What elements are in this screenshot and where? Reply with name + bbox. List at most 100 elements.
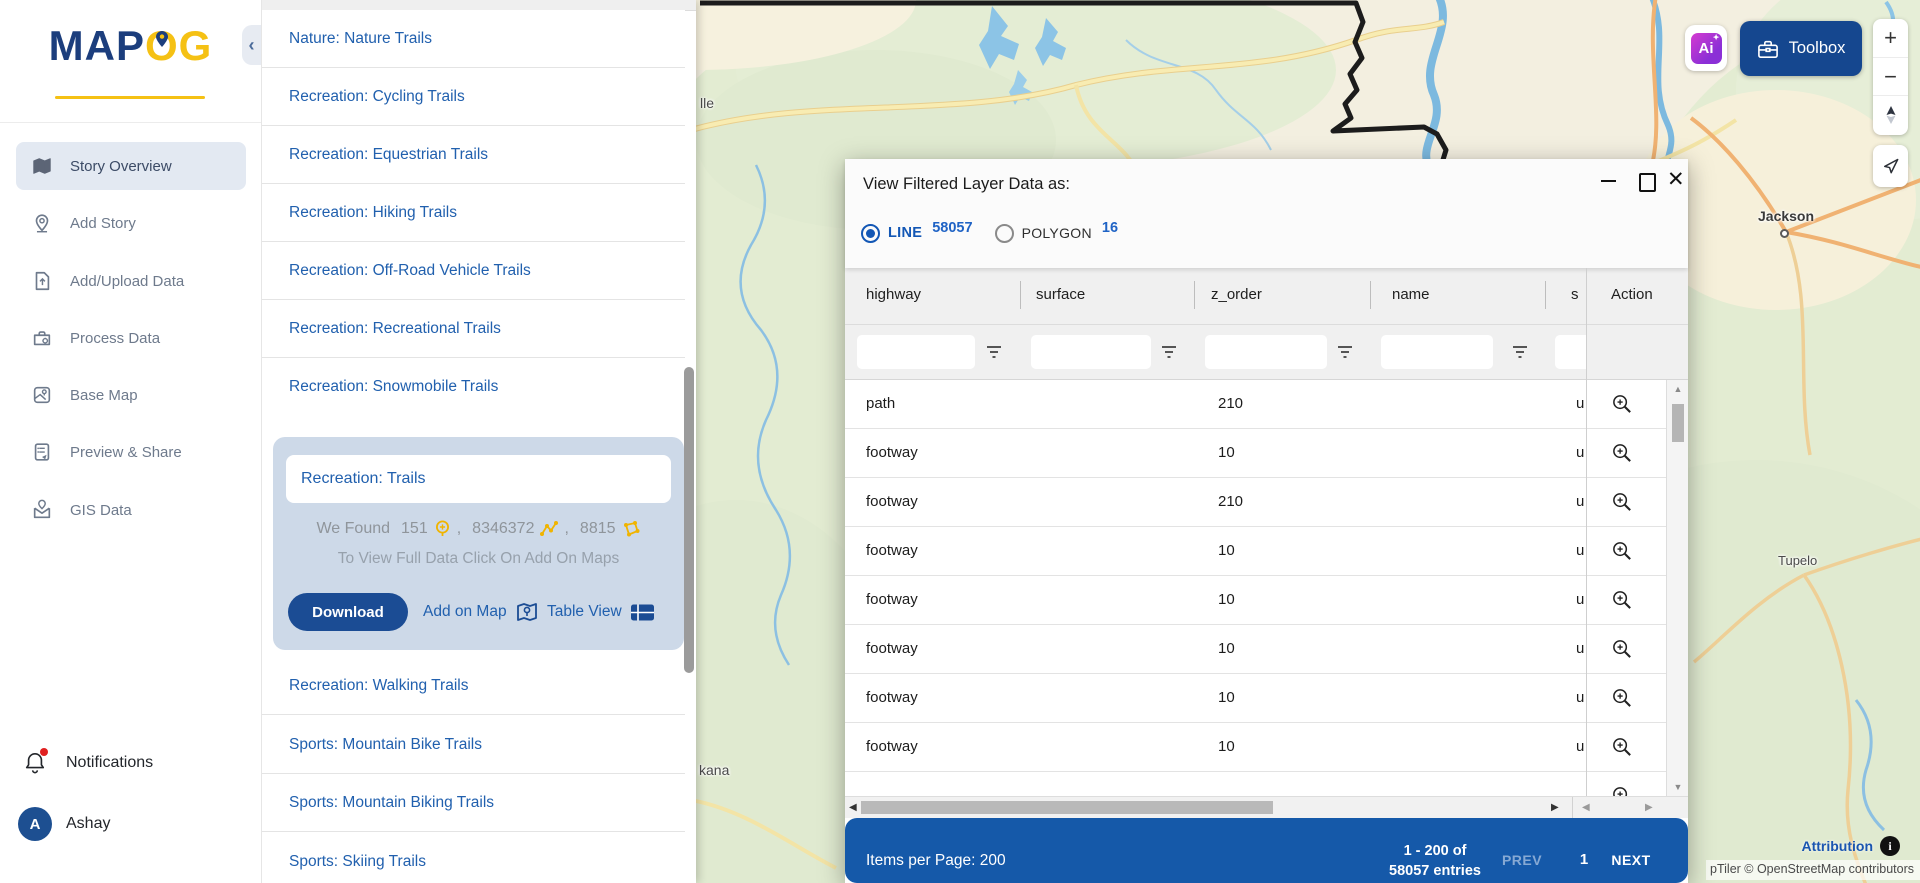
column-header-z-order[interactable]: z_order [1211, 286, 1262, 303]
zoom-to-feature-icon[interactable] [1611, 442, 1634, 465]
column-header-truncated[interactable]: s [1571, 286, 1585, 303]
layer-item-cycling-trails[interactable]: Recreation: Cycling Trails [261, 68, 685, 126]
filter-input-truncated[interactable] [1555, 335, 1586, 369]
column-header-surface[interactable]: surface [1036, 286, 1085, 303]
scroll-down-icon[interactable]: ▼ [1667, 782, 1689, 792]
panel-collapse-button[interactable]: ‹ [242, 25, 261, 65]
panel-scroll-thumb[interactable] [684, 367, 694, 673]
sidebar-item-add-upload-data[interactable]: Add/Upload Data [16, 257, 246, 305]
cell-z-order: 10 [1218, 542, 1235, 559]
table-row[interactable]: footway 10 u [845, 674, 1688, 723]
zoom-to-feature-icon[interactable] [1611, 638, 1634, 661]
preview-share-icon [34, 443, 50, 461]
filter-icon-z-order[interactable] [1336, 343, 1354, 361]
close-button[interactable]: ✕ [1667, 169, 1685, 190]
toolbox-button[interactable]: Toolbox [1740, 21, 1862, 76]
layer-item-mountain-biking-trails[interactable]: Sports: Mountain Biking Trails [261, 774, 685, 832]
action-scroll-left-icon[interactable]: ◀ [1582, 802, 1590, 813]
table-view-button[interactable]: Table View [547, 593, 655, 631]
table-row[interactable]: path 210 u [845, 380, 1688, 429]
layer-item-equestrian-trails[interactable]: Recreation: Equestrian Trails [261, 126, 685, 184]
layer-item-recreational-trails[interactable]: Recreation: Recreational Trails [261, 300, 685, 358]
radio-polygon[interactable] [994, 223, 1014, 243]
jackson-marker [1780, 229, 1789, 238]
zoom-to-feature-icon[interactable] [1611, 540, 1634, 563]
table-row[interactable]: footway 210 u [845, 478, 1688, 527]
filter-icon-surface[interactable] [1160, 343, 1178, 361]
zoom-to-feature-icon[interactable] [1611, 785, 1634, 796]
scroll-up-icon[interactable]: ▲ [1667, 384, 1689, 394]
horizontal-scrollbar[interactable]: ◀ ▶ ◀ ▶ [845, 796, 1688, 819]
filter-icon-name[interactable] [1511, 343, 1529, 361]
cell-z-order: 10 [1218, 444, 1235, 461]
zoom-to-feature-icon[interactable] [1611, 393, 1634, 416]
sidebar-item-preview-share[interactable]: Preview & Share [16, 428, 246, 476]
table-row[interactable]: footway 10 u [845, 576, 1688, 625]
radio-line[interactable] [861, 223, 880, 243]
zoom-out-button[interactable]: − [1873, 57, 1908, 95]
zoom-in-button[interactable]: + [1873, 19, 1908, 57]
notifications-label: Notifications [66, 754, 154, 771]
attribution-label: Attribution [1801, 838, 1873, 854]
column-header-name[interactable]: name [1392, 286, 1430, 303]
add-on-map-button[interactable]: Add on Map [423, 593, 539, 631]
layer-item-nature-trails[interactable]: Nature: Nature Trails [261, 10, 685, 68]
download-button[interactable]: Download [288, 593, 408, 631]
next-page-button[interactable]: NEXT [1605, 852, 1657, 868]
vertical-scrollbar[interactable]: ▲ ▼ [1666, 380, 1688, 796]
sidebar-item-gis-data[interactable]: GIS Data [16, 486, 246, 534]
toolbox-gear-icon [33, 331, 51, 346]
zoom-to-feature-icon[interactable] [1611, 491, 1634, 514]
locate-button[interactable] [1873, 145, 1908, 187]
sidebar-item-story-overview[interactable]: Story Overview [16, 142, 246, 190]
filter-input-surface[interactable] [1031, 335, 1151, 369]
table-row[interactable]: footway 10 u [845, 723, 1688, 772]
filter-icon-highway[interactable] [985, 343, 1003, 361]
layer-item-skiing-trails[interactable]: Sports: Skiing Trails [261, 833, 685, 883]
user-profile[interactable]: A Ashay [18, 804, 238, 844]
sidebar-item-base-map[interactable]: Base Map [16, 371, 246, 419]
filter-input-name[interactable] [1381, 335, 1493, 369]
cell-highway: path [866, 395, 896, 412]
app-window: lle Jackson Tupelo kana Attribution i pT… [0, 0, 1920, 883]
sidebar-item-label: Story Overview [70, 157, 172, 175]
layer-item-offroad-trails[interactable]: Recreation: Off-Road Vehicle Trails [261, 242, 685, 300]
table-row[interactable]: footway 10 u [845, 625, 1688, 674]
sidebar-item-add-story[interactable]: Add Story [16, 199, 246, 247]
sidebar-item-process-data[interactable]: Process Data [16, 314, 246, 362]
layer-item-hiking-trails[interactable]: Recreation: Hiking Trails [261, 184, 685, 242]
layer-item-walking-trails[interactable]: Recreation: Walking Trails [261, 657, 685, 715]
selected-layer-title[interactable]: Recreation: Trails [286, 455, 671, 503]
action-scroll-right-icon[interactable]: ▶ [1645, 802, 1653, 813]
zoom-to-feature-icon[interactable] [1611, 589, 1634, 612]
zoom-to-feature-icon[interactable] [1611, 736, 1634, 759]
table-row[interactable]: footway 10 u [845, 527, 1688, 576]
table-row[interactable]: footway 10 [845, 772, 1688, 796]
zoom-to-feature-icon[interactable] [1611, 687, 1634, 710]
ai-assistant-button[interactable]: Ai ✦ [1685, 25, 1727, 71]
sparkle-icon: ✦ [1712, 32, 1720, 42]
maximize-button[interactable] [1639, 173, 1656, 192]
info-icon[interactable]: i [1880, 836, 1900, 856]
notifications-button[interactable]: Notifications [24, 745, 244, 781]
vertical-scroll-thumb[interactable] [1672, 404, 1684, 442]
cell-truncated: u [1576, 444, 1585, 461]
compass-button[interactable] [1873, 95, 1908, 133]
scroll-left-icon[interactable]: ◀ [849, 802, 857, 813]
filter-input-highway[interactable] [857, 335, 975, 369]
current-page-number[interactable]: 1 [1575, 851, 1593, 868]
prev-page-button[interactable]: PREV [1495, 852, 1549, 868]
column-header-highway[interactable]: highway [866, 286, 921, 303]
layer-item-mountain-bike-trails[interactable]: Sports: Mountain Bike Trails [261, 716, 685, 774]
table-row[interactable]: footway 10 u [845, 429, 1688, 478]
gis-data-icon [33, 499, 51, 519]
filter-input-z-order[interactable] [1205, 335, 1327, 369]
horizontal-scroll-thumb[interactable] [861, 801, 1273, 814]
point-count: 151 [401, 519, 428, 537]
toolbox-icon [1757, 40, 1778, 58]
line-geometry-icon [540, 521, 559, 536]
minimize-button[interactable] [1601, 180, 1616, 182]
table-body: path 210 u footway 10 u footway 210 u fo… [845, 380, 1688, 796]
layer-item-snowmobile-trails[interactable]: Recreation: Snowmobile Trails [261, 358, 685, 416]
scroll-right-icon[interactable]: ▶ [1551, 802, 1559, 813]
